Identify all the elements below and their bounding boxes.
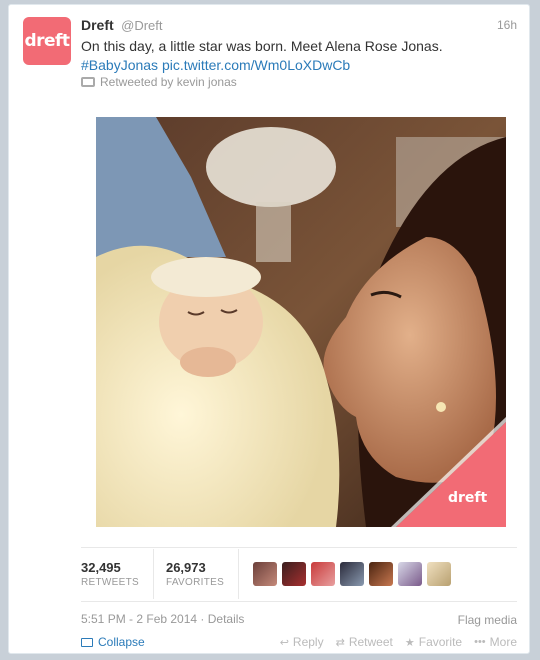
tweet-photo[interactable]: dreft (96, 117, 506, 527)
retweeter-avatars (253, 562, 452, 586)
retweet-button[interactable]: ⇄ Retweet (336, 635, 393, 649)
retweeter-avatar[interactable] (253, 562, 278, 586)
flag-media-link[interactable]: Flag media (458, 613, 517, 627)
retweeter-avatar[interactable] (398, 562, 423, 586)
more-button[interactable]: ••• More (474, 635, 517, 649)
hashtag-link[interactable]: #BabyJonas (81, 57, 158, 73)
collapse-icon (81, 637, 93, 647)
reply-label: Reply (292, 635, 324, 649)
tweet-time[interactable]: 16h (497, 18, 517, 32)
retweet-label: Retweet (348, 635, 393, 649)
retweeted-by-label[interactable]: Retweeted by kevin jonas (100, 75, 237, 89)
more-icon: ••• (474, 636, 486, 648)
star-icon: ★ (404, 636, 415, 649)
retweets-label: RETWEETS (81, 577, 139, 588)
tweet-body: On this day, a little star was born. Mee… (81, 38, 443, 54)
favorites-label: FAVORITES (165, 577, 225, 588)
reply-button[interactable]: ↩ Reply (280, 635, 324, 649)
collapse-label: Collapse (98, 635, 145, 649)
tweet-header: Dreft @Dreft 16h (81, 17, 517, 37)
user-handle[interactable]: @Dreft (121, 18, 162, 33)
baby-photo: dreft (96, 117, 506, 527)
retweeter-avatar[interactable] (282, 562, 307, 586)
retweeter-avatar[interactable] (369, 562, 394, 586)
retweeter-avatar[interactable] (311, 562, 336, 586)
user-name[interactable]: Dreft (81, 17, 114, 33)
avatar[interactable]: dreft (23, 17, 71, 65)
tweet-timestamp[interactable]: 5:51 PM - 2 Feb 2014 · Details (81, 612, 244, 626)
collapse-button[interactable]: Collapse (81, 635, 145, 649)
stats-bottom-divider (81, 601, 517, 602)
tweet-text: On this day, a little star was born. Mee… (81, 37, 515, 75)
retweets-count: 32,495 (81, 560, 121, 575)
tweet-stats: 32,495 RETWEETS 26,973 FAVORITES (81, 549, 452, 599)
avatar-logo-text: dreft (24, 31, 70, 51)
favorites-count: 26,973 (165, 560, 206, 575)
stats-top-divider (81, 547, 517, 548)
favorite-button[interactable]: ★ Favorite (405, 635, 462, 649)
reply-icon: ↩ (279, 636, 289, 649)
retweeter-avatar[interactable] (427, 562, 452, 586)
media-link[interactable]: pic.twitter.com/Wm0LoXDwCb (162, 57, 350, 73)
retweet-icon: ⇄ (335, 636, 345, 649)
retweets-stat[interactable]: 32,495 RETWEETS (81, 549, 154, 599)
tweet-actions: Collapse ↩ Reply ⇄ Retweet ★ Favorite ••… (81, 633, 517, 651)
favorite-label: Favorite (418, 635, 463, 649)
more-label: More (489, 635, 517, 649)
retweeter-avatar[interactable] (340, 562, 365, 586)
retweeted-by: Retweeted by kevin jonas (81, 75, 237, 89)
action-buttons: ↩ Reply ⇄ Retweet ★ Favorite ••• More (280, 635, 517, 649)
tweet-card: dreft Dreft @Dreft 16h On this day, a li… (8, 4, 530, 654)
photo-watermark: dreft (448, 490, 488, 506)
retweet-icon (81, 77, 95, 87)
favorites-stat[interactable]: 26,973 FAVORITES (165, 549, 240, 599)
